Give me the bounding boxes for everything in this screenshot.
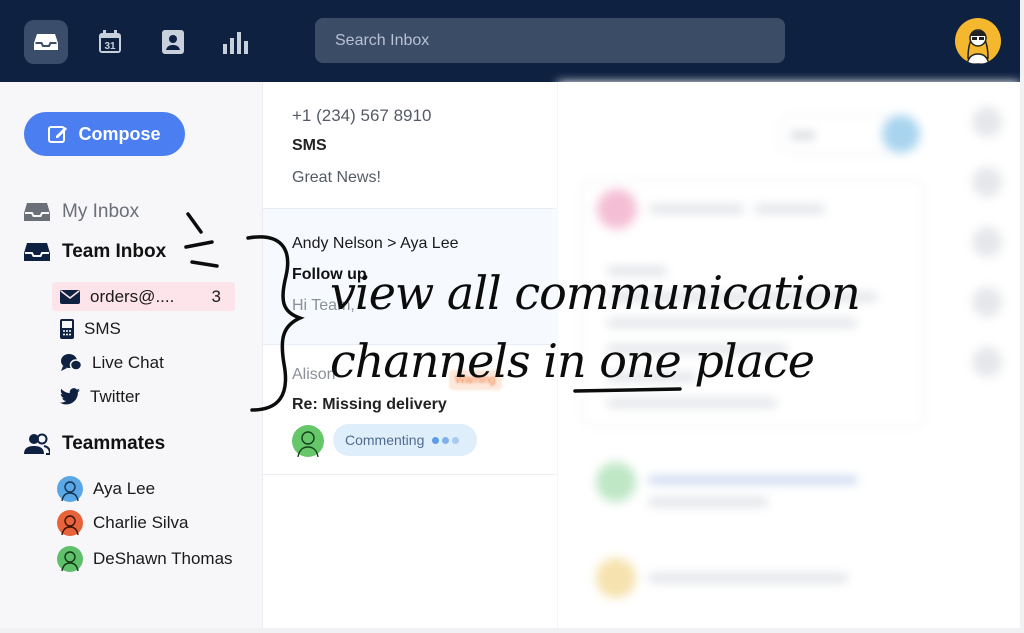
teammate-deshawn-thomas[interactable]: DeShawn Thomas (57, 546, 233, 572)
analytics-icon[interactable] (214, 20, 258, 64)
sidebar: Compose My Inbox Team Inbox orders@.... … (0, 82, 263, 628)
commenting-label: Commenting (345, 432, 425, 448)
compose-label: Compose (78, 123, 161, 144)
conversation-preview: Hi Team, (292, 297, 355, 314)
teammates-heading-label: Teammates (62, 433, 166, 454)
calendar-icon[interactable]: 31 (88, 20, 132, 64)
nav-my-inbox[interactable]: My Inbox (24, 201, 139, 223)
teammate-name: DeShawn Thomas (93, 549, 233, 568)
channel-orders-count: 3 (211, 286, 221, 306)
comment-avatar (596, 462, 636, 502)
nav-my-inbox-label: My Inbox (62, 201, 140, 222)
search-placeholder: Search Inbox (335, 31, 430, 49)
conversation-subject: Re: Missing delivery (292, 396, 447, 413)
conversation-channel: SMS (292, 137, 327, 154)
search-input[interactable]: Search Inbox (315, 18, 785, 63)
chat-icon (61, 353, 82, 371)
conversation-item[interactable]: +1 (234) 567 8910 SMS Great News! (263, 82, 557, 208)
teammate-charlie-silva[interactable]: Charlie Silva (57, 510, 188, 536)
nav-team-inbox[interactable]: Team Inbox (24, 241, 166, 263)
typing-dots-icon (432, 436, 460, 444)
teammate-avatar (57, 510, 83, 536)
rail-icon[interactable] (972, 227, 1002, 257)
sender-avatar (597, 189, 637, 229)
teammate-aya-lee[interactable]: Aya Lee (57, 476, 155, 502)
channel-orders-label: orders@.... (90, 286, 175, 306)
app-window: 31 Search Inbox Compose My Inbox Team In… (0, 0, 1020, 628)
warning-badge: Warning (449, 370, 502, 390)
assignee-avatar[interactable] (882, 115, 920, 153)
nav-team-inbox-label: Team Inbox (62, 241, 167, 262)
teammate-name: Charlie Silva (93, 513, 189, 532)
channel-twitter-label: Twitter (90, 386, 141, 406)
edit-icon (48, 126, 68, 143)
conversation-preview: Great News! (292, 169, 381, 186)
conversation-item[interactable]: Alison Warning Re: Missing delivery Comm… (263, 344, 557, 475)
conversation-item[interactable]: Andy Nelson > Aya Lee Follow up Hi Team, (263, 208, 557, 345)
message-detail-pane: ●●● (558, 82, 1020, 628)
twitter-icon (60, 388, 80, 405)
channel-live-chat[interactable]: Live Chat (52, 348, 235, 377)
compose-button[interactable]: Compose (24, 112, 185, 156)
conversation-subject: Follow up (292, 266, 367, 283)
rail-icon[interactable] (972, 347, 1002, 377)
conversation-from: Andy Nelson > Aya Lee (292, 235, 459, 252)
top-bar: 31 Search Inbox (0, 0, 1020, 82)
comment-avatar (596, 558, 636, 598)
channel-orders[interactable]: orders@.... 3 (52, 282, 235, 311)
user-avatar[interactable] (955, 18, 1001, 64)
channel-sms[interactable]: SMS (52, 314, 235, 343)
teammate-name: Aya Lee (93, 479, 156, 498)
conversation-from: +1 (234) 567 8910 (292, 106, 432, 125)
teammate-avatar (57, 476, 83, 502)
rail-icon[interactable] (972, 287, 1002, 317)
conversation-list: +1 (234) 567 8910 SMS Great News! Andy N… (263, 82, 558, 628)
channel-live-chat-label: Live Chat (92, 352, 164, 372)
inbox-icon (24, 243, 50, 261)
teammates-heading[interactable]: Teammates (24, 433, 165, 455)
commenting-indicator: Commenting (333, 424, 477, 456)
channel-twitter[interactable]: Twitter (52, 382, 235, 411)
sms-icon (60, 318, 74, 339)
message-card (582, 180, 924, 427)
rail-icon[interactable] (972, 107, 1002, 137)
teammates-icon (24, 433, 50, 455)
rail-icon[interactable] (972, 167, 1002, 197)
contacts-icon[interactable] (151, 20, 195, 64)
inbox-icon (24, 203, 50, 221)
mail-icon (60, 289, 80, 304)
commenter-avatar (292, 425, 324, 458)
conversation-from: Alison (292, 366, 336, 383)
teammate-avatar (57, 546, 83, 572)
inbox-icon[interactable] (24, 20, 68, 64)
calendar-day: 31 (104, 41, 116, 52)
channel-sms-label: SMS (84, 318, 121, 338)
